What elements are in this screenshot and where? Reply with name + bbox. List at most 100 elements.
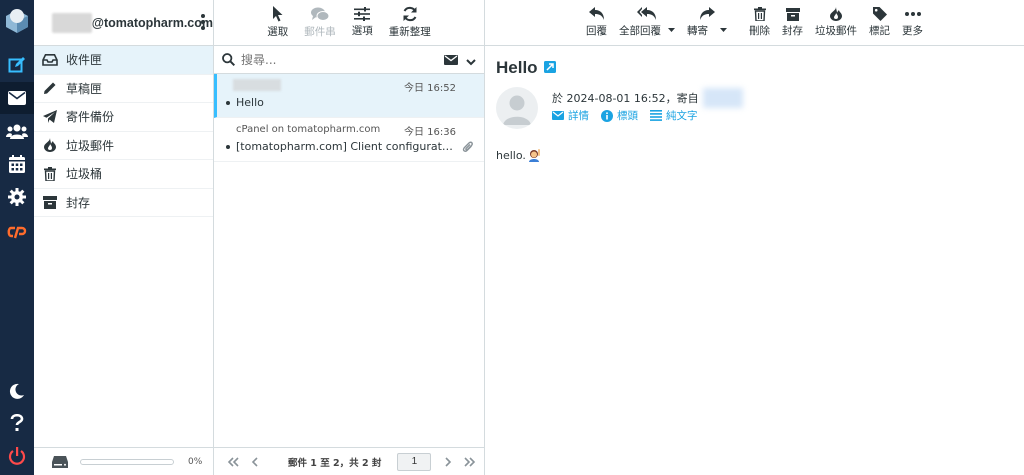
- headers-link[interactable]: 標頭: [601, 108, 638, 123]
- forward-dropdown-caret-icon[interactable]: [720, 27, 727, 32]
- inbox-icon: [42, 52, 58, 68]
- folder-junk[interactable]: 垃圾郵件: [34, 132, 213, 160]
- redacted-sender: [702, 88, 743, 108]
- woman-raising-hand-emoji-icon: [527, 148, 541, 165]
- more-label: 更多: [902, 25, 923, 37]
- more-button[interactable]: 更多: [896, 0, 929, 46]
- sliders-icon: [354, 7, 371, 21]
- settings-button[interactable]: [0, 181, 34, 213]
- plain-text-link[interactable]: 純文字: [650, 108, 698, 123]
- page-number-input[interactable]: [397, 452, 432, 471]
- cpanel-button[interactable]: [0, 216, 34, 248]
- power-icon: [8, 447, 26, 465]
- contacts-button[interactable]: [0, 115, 34, 147]
- folder-label: 收件匣: [66, 53, 103, 68]
- unread-dot: [226, 145, 230, 149]
- message-toolbar: 回覆 全部回覆 轉寄 刪除 封存 垃圾郵件 標記 更多: [485, 0, 1024, 46]
- envelope-icon: [8, 91, 26, 105]
- folder-sent[interactable]: 寄件備份: [34, 103, 213, 132]
- calendar-button[interactable]: [0, 148, 34, 180]
- archive-button[interactable]: 封存: [776, 0, 809, 46]
- trash-icon: [753, 7, 766, 21]
- message-row[interactable]: 今日 16:52 Hello: [214, 74, 484, 118]
- folder-pane: @tomatopharm.com 收件匣 草稿匣 寄件備份 垃圾郵件 垃圾桶 封…: [34, 0, 214, 475]
- fire-icon: [42, 137, 58, 153]
- folder-label: 垃圾桶: [66, 167, 103, 182]
- last-page-icon[interactable]: [459, 456, 481, 467]
- header-links: 詳情 標頭 純文字: [552, 108, 698, 123]
- previous-page-icon[interactable]: [244, 456, 266, 467]
- search-scope-envelope-icon[interactable]: [444, 54, 458, 68]
- tag-icon: [872, 7, 887, 21]
- comments-icon: [311, 7, 329, 21]
- list-toolbar: 選取 郵件串 選項 重新整理: [214, 0, 484, 46]
- refresh-icon: [403, 6, 417, 22]
- question-icon: [10, 414, 24, 431]
- quota-bar: [80, 458, 174, 465]
- message-count: 郵件 1 至 2，共 2 封: [288, 457, 382, 469]
- message-from: cPanel on tomatopharm.com: [236, 124, 381, 135]
- folder-label: 封存: [66, 195, 91, 210]
- message-row[interactable]: cPanel on tomatopharm.com 今日 16:36 [toma…: [214, 118, 484, 162]
- message-date: 今日 16:52: [404, 83, 456, 94]
- preview-subject: Hello: [496, 58, 556, 78]
- account-header: @tomatopharm.com: [34, 0, 213, 46]
- account-email: @tomatopharm.com: [91, 15, 213, 30]
- roundcube-logo-icon: [3, 6, 31, 34]
- refresh-button[interactable]: 重新整理: [383, 0, 437, 46]
- forward-button[interactable]: 轉寄: [681, 0, 733, 46]
- open-in-new-window-icon[interactable]: [543, 58, 556, 78]
- reply-all-icon: [637, 7, 656, 20]
- search-options-chevron-icon[interactable]: [466, 55, 476, 69]
- junk-label: 垃圾郵件: [815, 25, 857, 37]
- details-link[interactable]: 詳情: [552, 108, 589, 123]
- unread-dot: [226, 101, 230, 105]
- refresh-label: 重新整理: [388, 26, 431, 38]
- next-page-icon[interactable]: [437, 456, 459, 467]
- threads-label: 郵件串: [304, 25, 336, 38]
- mail-button[interactable]: [0, 82, 34, 114]
- message-subject: [tomatopharm.com] Client configuration s…: [236, 140, 454, 153]
- align-justify-icon: [650, 110, 662, 121]
- dark-mode-button[interactable]: [0, 375, 34, 407]
- sender-avatar: [496, 87, 538, 129]
- archive-icon: [785, 7, 800, 21]
- quota-percent: 0%: [188, 456, 203, 467]
- junk-button[interactable]: 垃圾郵件: [809, 0, 863, 46]
- pencil-icon: [42, 80, 58, 96]
- message-body: hello.: [496, 148, 541, 165]
- message-body-text: hello.: [496, 149, 526, 162]
- redacted-sender: [233, 79, 281, 91]
- reply-all-label: 全部回覆: [619, 25, 661, 37]
- taskbar: [0, 0, 34, 475]
- reply-all-dropdown-caret-icon[interactable]: [668, 27, 675, 32]
- cpanel-icon: [7, 226, 27, 239]
- folder-drafts[interactable]: 草稿匣: [34, 75, 213, 103]
- mark-label: 標記: [869, 25, 890, 37]
- fire-icon: [830, 7, 842, 21]
- options-button[interactable]: 選項: [346, 0, 379, 46]
- select-label: 選取: [267, 26, 289, 38]
- first-page-icon[interactable]: [222, 456, 244, 467]
- delete-button[interactable]: 刪除: [743, 0, 776, 46]
- reply-all-button[interactable]: 全部回覆: [613, 0, 681, 46]
- select-button[interactable]: 選取: [261, 0, 294, 46]
- attachment-paperclip-icon: [462, 140, 474, 157]
- forward-icon: [700, 7, 715, 20]
- message-list-pane: 選取 郵件串 選項 重新整理 今日 16:52 Hello cPanel on: [214, 0, 485, 475]
- threads-button[interactable]: 郵件串: [298, 0, 342, 46]
- logout-button[interactable]: [0, 440, 34, 472]
- help-button[interactable]: [0, 407, 34, 439]
- mark-button[interactable]: 標記: [863, 0, 896, 46]
- reply-icon: [588, 7, 604, 20]
- reply-button[interactable]: 回覆: [580, 0, 613, 46]
- search-icon: [222, 53, 235, 66]
- account-menu-icon[interactable]: [201, 14, 205, 33]
- message-subject: Hello: [236, 96, 264, 109]
- compose-button[interactable]: [0, 49, 34, 81]
- search-input[interactable]: [241, 52, 421, 67]
- folder-inbox[interactable]: 收件匣: [34, 46, 213, 75]
- folder-trash[interactable]: 垃圾桶: [34, 160, 213, 189]
- folder-archive[interactable]: 封存: [34, 189, 213, 217]
- compose-icon: [8, 57, 25, 73]
